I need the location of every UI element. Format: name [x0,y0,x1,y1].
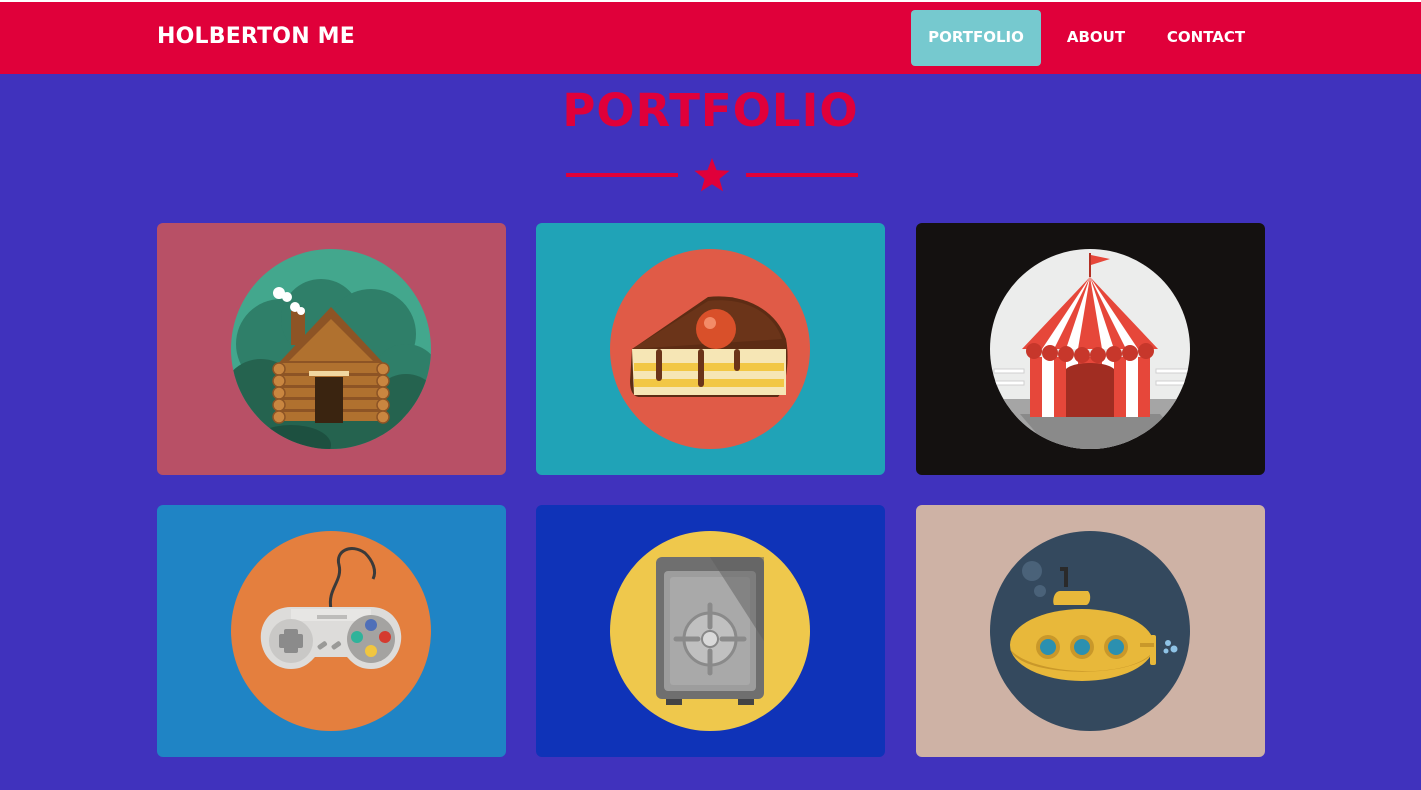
log-cabin-icon [231,249,431,449]
game-controller-icon [231,531,431,731]
nav-about-link[interactable]: ABOUT [1052,10,1140,66]
portfolio-heading: PORTFOLIO [562,84,859,137]
portfolio-item-cabin[interactable] [157,223,506,475]
portfolio-item-controller[interactable] [157,505,506,757]
nav-portfolio-link[interactable]: PORTFOLIO [911,10,1041,66]
submarine-icon [990,531,1190,731]
navbar: HOLBERTON ME PORTFOLIO ABOUT CONTACT [0,2,1421,74]
portfolio-item-circus[interactable] [916,223,1265,475]
portfolio-item-cake[interactable] [536,223,885,475]
heading-divider [566,158,858,192]
circus-tent-icon [990,249,1190,449]
divider-line-left [566,173,678,177]
portfolio-item-submarine[interactable] [916,505,1265,757]
portfolio-item-safe[interactable] [536,505,885,757]
star-icon [694,158,730,192]
divider-line-right [746,173,858,177]
safe-icon [610,531,810,731]
brand-logo-link[interactable]: HOLBERTON ME [157,24,355,49]
nav-contact-link[interactable]: CONTACT [1150,10,1262,66]
cake-slice-icon [610,249,810,449]
